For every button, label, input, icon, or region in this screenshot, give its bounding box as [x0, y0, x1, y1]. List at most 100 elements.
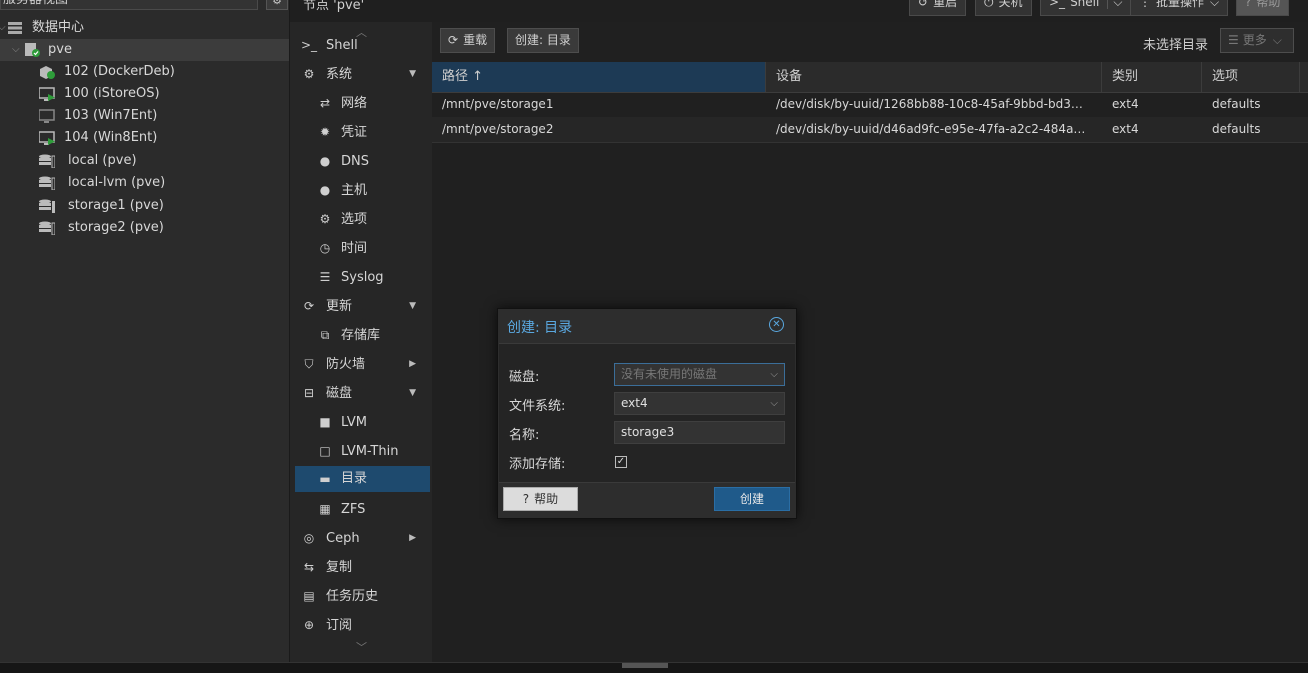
nav-item-syslog[interactable]: ☰ Syslog [295, 263, 430, 292]
nav-item-certificates[interactable]: ✹ 凭证 [295, 118, 430, 147]
table-row[interactable]: /mnt/pve/storage1 /dev/disk/by-uuid/1268… [432, 92, 1308, 118]
column-header-path[interactable]: 路径 ↑ [432, 62, 766, 92]
filesystem-select[interactable]: ext4 ⌵ [614, 392, 785, 415]
chevron-down-icon[interactable]: ⌵ [1107, 0, 1123, 9]
nav-item-label: 复制 [326, 560, 353, 575]
nav-item-label: 网络 [341, 96, 368, 111]
more-button[interactable]: ☰ 更多 ⌵ [1220, 28, 1294, 53]
gear-icon: ⚙ [272, 0, 282, 7]
caret-right-icon: ▶ [409, 533, 416, 543]
name-input[interactable]: storage3 [614, 421, 785, 444]
dialog-create-button[interactable]: 创建 [714, 487, 790, 511]
nav-item-lvm-thin[interactable]: □ LVM-Thin [295, 437, 430, 466]
shell-button[interactable]: >_ Shell ⌵ [1040, 0, 1132, 16]
retweet-icon: ⇆ [303, 560, 315, 574]
nav-item-label: 防火墙 [326, 357, 366, 372]
help-button[interactable]: ? 帮助 [1236, 0, 1290, 16]
tree-item-container-102[interactable]: 102 (DockerDeb) [0, 61, 289, 83]
column-header-type[interactable]: 类别 [1102, 62, 1202, 92]
tree-item-vm-104[interactable]: 104 (Win8Ent) [0, 127, 289, 149]
column-header-options[interactable]: 选项 [1202, 62, 1300, 92]
add-storage-label: 添加存储: [509, 457, 566, 472]
nav-item-time[interactable]: ◷ 时间 [295, 234, 430, 263]
cell-type: ext4 [1112, 97, 1139, 111]
reboot-label: 重启 [933, 0, 958, 9]
tree-item-storage-local[interactable]: local (pve) [0, 150, 289, 172]
nav-item-ceph[interactable]: ◎ Ceph ▶ [295, 524, 430, 553]
column-header-device[interactable]: 设备 [766, 62, 1102, 92]
nav-item-options[interactable]: ⚙ 选项 [295, 205, 430, 234]
nav-item-repositories[interactable]: ⧉ 存储库 [295, 321, 430, 350]
cell-options: defaults [1212, 97, 1261, 111]
nav-item-zfs[interactable]: ▦ ZFS [295, 495, 430, 524]
nav-item-dns[interactable]: ● DNS [295, 147, 430, 176]
close-icon[interactable]: ✕ [769, 317, 784, 332]
node-icon [25, 43, 40, 57]
clock-icon: ◷ [319, 241, 331, 255]
page-title: 节点 'pve' [303, 0, 365, 13]
panel-resize-handle[interactable] [622, 663, 668, 668]
nav-item-label: 系统 [326, 67, 353, 82]
tree-item-vm-103[interactable]: 103 (Win7Ent) [0, 105, 289, 127]
cell-device: /dev/disk/by-uuid/1268bb88-10c8-45af-9bb… [776, 97, 1090, 111]
nav-item-directory[interactable]: ▬ 目录 [295, 466, 430, 492]
tree-item-label: 数据中心 [32, 20, 85, 35]
ellipsis-vertical-icon: ⋮ [1139, 0, 1151, 9]
gears-icon: ⚙ [303, 67, 315, 81]
cell-path: /mnt/pve/storage1 [442, 97, 554, 111]
globe-icon: ● [319, 154, 331, 168]
tree-item-label: storage2 (pve) [68, 220, 164, 235]
nav-item-label: 磁盘 [326, 386, 353, 401]
nav-item-disks[interactable]: ⊟ 磁盘 ▼ [295, 379, 430, 408]
disk-select[interactable]: 没有未使用的磁盘 ⌵ [614, 363, 785, 386]
globe-icon: ● [319, 183, 331, 197]
caret-down-icon: ▼ [409, 301, 416, 311]
nav-item-firewall[interactable]: ⛉ 防火墙 ▶ [295, 350, 430, 379]
nav-item-lvm[interactable]: ■ LVM [295, 408, 430, 437]
table-row[interactable]: /mnt/pve/storage2 /dev/disk/by-uuid/d46a… [432, 117, 1308, 143]
name-label: 名称: [509, 428, 540, 443]
tree-item-label: 102 (DockerDeb) [64, 64, 175, 79]
reload-button[interactable]: ⟳ 重载 [440, 28, 496, 53]
nav-item-subscription[interactable]: ⊕ 订阅 [295, 611, 430, 640]
tree-settings-button[interactable]: ⚙ [266, 0, 288, 10]
reboot-button[interactable]: ↺ 重启 [909, 0, 967, 16]
nav-item-updates[interactable]: ⟳ 更新 ▼ [295, 292, 430, 321]
chevron-down-icon: ⌵ [770, 369, 778, 380]
nav-item-system[interactable]: ⚙ 系统 ▼ [295, 60, 430, 89]
tree-item-datacenter[interactable]: ⌵ 数据中心 [0, 17, 289, 39]
bulk-actions-button[interactable]: ⋮ 批量操作 ⌵ [1130, 0, 1229, 16]
tree-item-storage-local-lvm[interactable]: local-lvm (pve) [0, 172, 289, 194]
tree-item-storage-storage2[interactable]: storage2 (pve) [0, 217, 289, 239]
shutdown-button[interactable]: ⏻ 关机 [975, 0, 1032, 16]
selection-status: 未选择目录 [1143, 38, 1209, 53]
nav-item-task-history[interactable]: ▤ 任务历史 [295, 582, 430, 611]
nav-item-label: 凭证 [341, 125, 368, 140]
nav-item-label: 订阅 [326, 618, 353, 633]
nav-item-network[interactable]: ⇄ 网络 [295, 89, 430, 118]
nav-item-label: DNS [341, 154, 369, 169]
nav-item-hosts[interactable]: ● 主机 [295, 176, 430, 205]
collapse-icon[interactable]: ⌵ [12, 39, 20, 61]
dialog-help-button[interactable]: ? 帮助 [503, 487, 578, 511]
nav-item-label: Syslog [341, 270, 384, 285]
tree-item-node-pve[interactable]: ⌵ pve [0, 39, 289, 61]
tree-item-label: local-lvm (pve) [68, 175, 166, 190]
create-directory-button[interactable]: 创建: 目录 [507, 28, 579, 53]
list-icon: ☰ [319, 270, 331, 284]
more-label: 更多 [1242, 33, 1267, 47]
tree-item-storage-storage1[interactable]: storage1 (pve) [0, 195, 289, 217]
shield-icon: ⛉ [304, 357, 314, 371]
nav-item-replication[interactable]: ⇆ 复制 [295, 553, 430, 582]
tree-item-vm-100[interactable]: 100 (iStoreOS) [0, 83, 289, 105]
scroll-down-icon[interactable]: ﹀ [356, 639, 367, 655]
nav-item-shell[interactable]: >_ Shell [295, 31, 430, 60]
dialog-title: 创建: 目录 [507, 320, 573, 336]
add-storage-checkbox[interactable]: ✓ [615, 456, 627, 468]
help-label: 帮助 [534, 492, 559, 506]
collapse-icon[interactable]: ⌵ [0, 17, 6, 39]
storage-icon [39, 154, 55, 168]
name-value: storage3 [621, 425, 675, 439]
view-select[interactable]: 服务器视图 [0, 0, 258, 10]
create-directory-dialog: 创建: 目录 ✕ 磁盘: 没有未使用的磁盘 ⌵ 文件系统: ext4 ⌵ 名称:… [497, 308, 797, 519]
